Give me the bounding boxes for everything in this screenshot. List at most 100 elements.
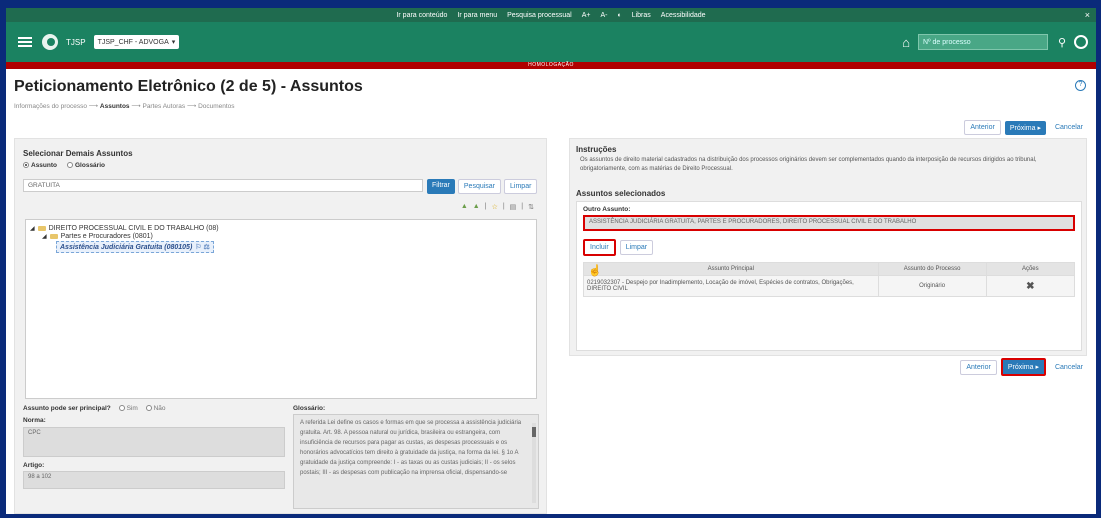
- search-button[interactable]: Pesquisar: [457, 179, 502, 194]
- subject-search-input[interactable]: GRATUITA: [23, 179, 423, 192]
- top-navigation: Anterior Próxima ▸ Cancelar: [964, 120, 1088, 135]
- outro-assunto-value: ASSISTÊNCIA JUDICIÁRIA GRATUITA, PARTES …: [589, 219, 917, 225]
- tree-node-leaf[interactable]: Assistência Judiciária Gratuita (080105)…: [30, 241, 532, 253]
- clear-selection-button[interactable]: Limpar: [619, 240, 654, 255]
- radio-button[interactable]: [23, 162, 29, 169]
- breadcrumb-step-info[interactable]: Informações do processo: [14, 103, 87, 110]
- glossary-scrollbar[interactable]: [532, 423, 536, 503]
- sort-icon[interactable]: ⇅: [528, 203, 534, 211]
- next-button[interactable]: Próxima ▸: [1004, 120, 1046, 135]
- warning-icon[interactable]: ▲: [461, 203, 468, 211]
- radio-glossario[interactable]: Glossário: [67, 162, 105, 169]
- select-subjects-title: Selecionar Demais Assuntos: [23, 149, 133, 158]
- accessibility-bar: Ir para conteúdo Ir para menu Pesquisa p…: [6, 8, 1096, 22]
- search-actions: Filtrar Pesquisar Limpar: [427, 179, 538, 194]
- principal-no-option[interactable]: Não: [145, 405, 166, 412]
- tree-toolbar: ▲ ▲ | ☆ | ▤ | ⇅: [460, 203, 534, 211]
- search-icon[interactable]: ⚲: [1058, 36, 1066, 49]
- include-button[interactable]: Incluir: [583, 239, 616, 256]
- tree-node-child[interactable]: ◢ Partes e Procuradores (0801): [30, 233, 532, 240]
- col-assunto-principal: Assunto Principal: [583, 262, 879, 276]
- page-title: Peticionamento Eletrônico (2 de 5) - Ass…: [14, 78, 363, 95]
- table-row: 0219032307 - Despejo por Inadimplemento,…: [583, 275, 1076, 297]
- accessibility-link[interactable]: Acessibilidade: [661, 12, 706, 19]
- norma-label: Norma:: [23, 417, 46, 424]
- cell-assunto-processo: Originário: [877, 275, 987, 297]
- font-increase-button[interactable]: A+: [582, 12, 591, 19]
- expand-icon[interactable]: ◢: [42, 233, 47, 240]
- warning-plus-icon[interactable]: ▲: [473, 203, 480, 211]
- outro-assunto-label: Outro Assunto:: [583, 206, 631, 213]
- radio-button[interactable]: [67, 162, 73, 169]
- skip-to-menu-link[interactable]: Ir para menu: [457, 12, 497, 19]
- profile-select[interactable]: TJSP_CHF - ADVOGA ▾: [93, 35, 180, 49]
- breadcrumb-step-partes[interactable]: Partes Autoras: [142, 103, 185, 110]
- principal-question-label: Assunto pode ser principal?: [23, 405, 111, 412]
- selected-subject-leaf[interactable]: Assistência Judiciária Gratuita (080105)…: [56, 241, 214, 253]
- norma-value: CPC: [28, 430, 41, 436]
- libras-link[interactable]: Libras: [632, 12, 651, 19]
- tree-node-child-label[interactable]: Partes e Procuradores (0801): [61, 233, 153, 240]
- radio-button[interactable]: [118, 405, 125, 412]
- close-icon[interactable]: ×: [1085, 10, 1090, 20]
- contrast-icon[interactable]: ◐: [617, 12, 621, 19]
- cancel-button-bottom[interactable]: Cancelar: [1049, 360, 1088, 374]
- glossario-label: Glossário:: [293, 405, 326, 412]
- delete-icon[interactable]: ✖: [985, 275, 1076, 297]
- principal-yes-option[interactable]: Sim: [118, 405, 138, 412]
- top-navbar: TJSP TJSP_CHF - ADVOGA ▾ ⌂ Nº de process…: [6, 22, 1096, 62]
- radio-assunto[interactable]: Assunto: [23, 162, 57, 169]
- artigo-label: Artigo:: [23, 462, 45, 469]
- browser-frame: Ir para conteúdo Ir para menu Pesquisa p…: [6, 8, 1096, 514]
- instructions-text: Os assuntos de direito material cadastra…: [580, 157, 1037, 172]
- process-number-placeholder: Nº de processo: [922, 38, 971, 46]
- tree-node-root[interactable]: ◢ DIREITO PROCESSUAL CIVIL E DO TRABALHO…: [30, 225, 532, 232]
- tree-node-root-label[interactable]: DIREITO PROCESSUAL CIVIL E DO TRABALHO (…: [49, 225, 219, 232]
- expand-icon[interactable]: ◢: [30, 225, 35, 232]
- filter-button[interactable]: Filtrar: [427, 179, 455, 194]
- artigo-field: 98 a 102: [23, 471, 285, 489]
- star-icon[interactable]: ☆: [492, 203, 498, 211]
- breadcrumb: Informações do processo ⟶ Assuntos ⟶ Par…: [14, 103, 235, 110]
- leaf-info-icon: ⚐ ⚖: [195, 244, 210, 251]
- tjsp-logo: [42, 34, 58, 50]
- clear-button[interactable]: Limpar: [504, 179, 538, 194]
- home-icon[interactable]: ⌂: [902, 35, 910, 50]
- glossary-textarea[interactable]: A referida Lei define os casos e formas …: [293, 414, 539, 509]
- col-acoes: Ações: [985, 262, 1076, 276]
- include-actions: Incluir Limpar: [583, 239, 1075, 256]
- bottom-navigation: Anterior Próxima ▸ Cancelar: [960, 358, 1088, 376]
- previous-button[interactable]: Anterior: [964, 120, 1001, 135]
- search-mode-radios: Assunto Glossário: [23, 162, 105, 169]
- previous-button-bottom[interactable]: Anterior: [960, 359, 997, 375]
- next-button-bottom[interactable]: Próxima ▸: [1000, 358, 1046, 376]
- process-search-link[interactable]: Pesquisa processual: [507, 12, 572, 19]
- outro-assunto-field: ASSISTÊNCIA JUDICIÁRIA GRATUITA, PARTES …: [583, 215, 1075, 231]
- glossary-text: A referida Lei define os casos e formas …: [300, 420, 522, 476]
- user-icon[interactable]: [1074, 35, 1088, 49]
- norma-field: CPC: [23, 427, 285, 457]
- list-icon[interactable]: ▤: [510, 203, 517, 211]
- col-assunto-processo: Assunto do Processo: [877, 262, 987, 276]
- instructions-title: Instruções: [576, 145, 617, 154]
- brand-label: TJSP: [66, 37, 86, 47]
- folder-icon: [49, 234, 58, 239]
- cell-assunto-principal: 0219032307 - Despejo por Inadimplemento,…: [583, 275, 879, 297]
- selected-subjects-box: Outro Assunto: ASSISTÊNCIA JUDICIÁRIA GR…: [576, 201, 1082, 351]
- chevron-down-icon: ▾: [171, 39, 176, 46]
- radio-button[interactable]: [145, 405, 152, 412]
- font-decrease-button[interactable]: A-: [600, 12, 607, 19]
- subject-search-value: GRATUITA: [28, 182, 60, 189]
- help-icon[interactable]: ?: [1075, 80, 1086, 91]
- process-number-input[interactable]: Nº de processo: [917, 34, 1048, 50]
- breadcrumb-step-documentos[interactable]: Documentos: [198, 103, 235, 110]
- profile-select-value: TJSP_CHF - ADVOGA: [97, 38, 169, 46]
- environment-banner: HOMOLOGAÇÃO: [6, 62, 1096, 69]
- skip-to-content-link[interactable]: Ir para conteúdo: [396, 12, 447, 19]
- selected-subjects-title: Assuntos selecionados: [576, 189, 666, 198]
- breadcrumb-step-assuntos: Assuntos: [99, 103, 130, 110]
- hamburger-menu-icon[interactable]: [18, 37, 32, 47]
- select-subjects-panel: Selecionar Demais Assuntos Assunto Gloss…: [14, 138, 547, 514]
- artigo-value: 98 a 102: [28, 474, 52, 480]
- cancel-button[interactable]: Cancelar: [1049, 121, 1088, 134]
